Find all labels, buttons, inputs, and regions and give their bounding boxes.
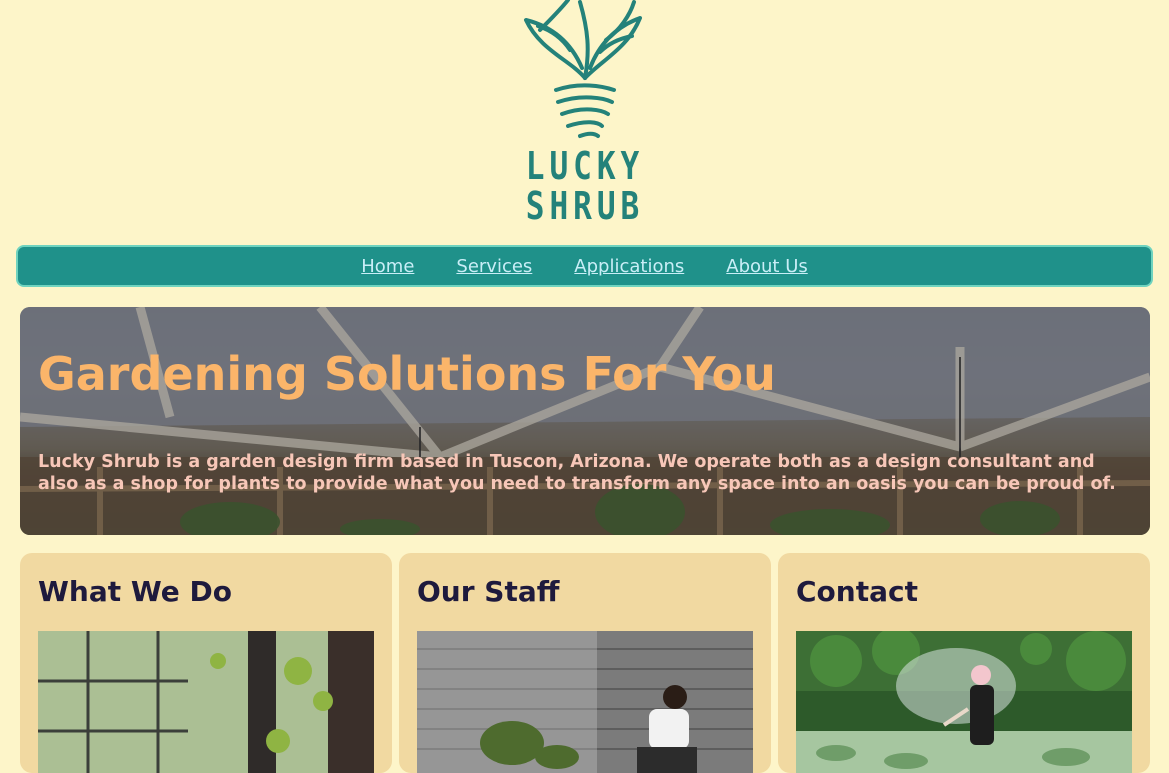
logo-wordmark: LUCKY SHRUB — [519, 146, 650, 226]
main-navigation: Home Services Applications About Us — [16, 245, 1153, 287]
hero-banner: Gardening Solutions For You Lucky Shrub … — [20, 307, 1150, 535]
card-what-we-do: What We Do — [20, 553, 392, 773]
staff-photo — [417, 631, 753, 773]
card-our-staff: Our Staff — [399, 553, 771, 773]
hero-title: Gardening Solutions For You — [38, 347, 776, 401]
card-title: Contact — [796, 575, 918, 608]
card-contact: Contact — [778, 553, 1150, 773]
feature-cards: What We Do Our Staff Contact — [20, 553, 1150, 773]
logo-line-2: SHRUB — [525, 184, 645, 228]
greenhouse-photo — [38, 631, 374, 773]
logo-line-1: LUCKY — [525, 144, 645, 188]
nav-link-home[interactable]: Home — [361, 256, 414, 277]
garden-watering-photo — [796, 631, 1132, 773]
card-title: What We Do — [38, 575, 232, 608]
nav-link-applications[interactable]: Applications — [574, 256, 684, 277]
hero-greenhouse-image — [20, 307, 1150, 535]
shrub-logo-icon — [524, 0, 642, 138]
nav-link-services[interactable]: Services — [456, 256, 532, 277]
hero-description: Lucky Shrub is a garden design firm base… — [38, 452, 1116, 494]
card-title: Our Staff — [417, 575, 560, 608]
nav-link-about-us[interactable]: About Us — [726, 256, 808, 277]
site-logo[interactable]: LUCKY SHRUB — [0, 0, 1169, 240]
